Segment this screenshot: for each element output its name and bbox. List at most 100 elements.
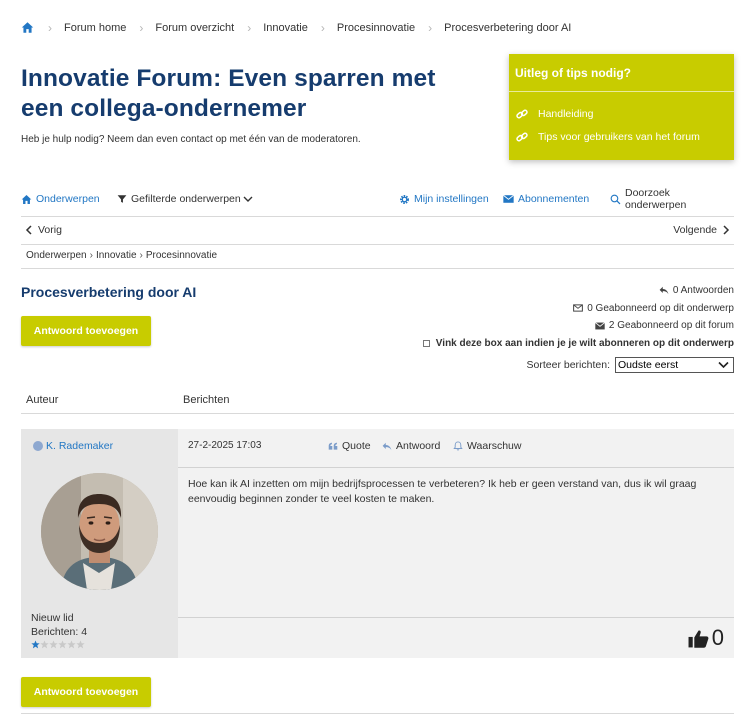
thumbs-up-icon xyxy=(688,629,709,648)
like-count: 0 xyxy=(711,625,724,650)
tips-link-label: Handleiding xyxy=(538,108,594,120)
subscribe-checkbox[interactable] xyxy=(422,339,430,347)
tips-link-user-tips[interactable]: Tips voor gebruikers van het forum xyxy=(509,129,734,145)
online-status-icon xyxy=(33,441,43,451)
star-icon xyxy=(31,640,40,649)
search-topics-link[interactable]: Doorzoek onderwerpen xyxy=(610,187,734,211)
post-body: Hoe kan ik AI inzetten om mijn bedrijfsp… xyxy=(188,478,697,505)
breadcrumb-separator: › xyxy=(48,21,52,35)
breadcrumb-separator: › xyxy=(89,250,93,261)
search-icon xyxy=(610,194,621,204)
report-button[interactable]: Waarschuw xyxy=(453,440,521,452)
reply-icon xyxy=(382,442,392,450)
star-rating xyxy=(31,640,85,649)
reply-icon xyxy=(659,287,669,295)
filter-icon xyxy=(117,195,127,203)
author-link[interactable]: K. Rademaker xyxy=(33,440,113,452)
star-icon xyxy=(58,640,67,649)
previous-label: Vorig xyxy=(38,224,62,236)
author-info: Nieuw lid Berichten: 4 xyxy=(31,611,87,639)
topic-title: Procesverbetering door AI xyxy=(21,284,197,300)
link-icon xyxy=(516,132,528,142)
divider xyxy=(21,413,734,414)
subscribe-checkbox-row[interactable]: Vink deze box aan indien je je wilt abon… xyxy=(422,335,734,353)
like-button[interactable]: 0 xyxy=(688,625,724,651)
next-link[interactable]: Volgende xyxy=(673,224,730,236)
breadcrumb-forum-home[interactable]: Forum home xyxy=(64,22,126,34)
tips-box: Uitleg of tips nodig? Handleiding Tips v… xyxy=(509,54,734,160)
topic-stats: 0 Antwoorden 0 Geabonneerd op dit onderw… xyxy=(422,282,734,353)
tips-heading: Uitleg of tips nodig? xyxy=(509,54,734,92)
chevron-down-icon xyxy=(243,196,253,202)
chevron-right-icon xyxy=(723,225,730,235)
previous-link[interactable]: Vorig xyxy=(25,224,62,236)
subscribed-topic-label: 0 Geabonneerd op dit onderwerp xyxy=(587,302,734,314)
subcrumb-topics[interactable]: Onderwerpen xyxy=(26,250,87,261)
subscribed-forum-label: 2 Geabonneerd op dit forum xyxy=(608,320,734,331)
link-icon xyxy=(516,109,528,119)
subscriptions-link[interactable]: Abonnementen xyxy=(503,191,589,207)
page-title: Innovatie Forum: Even sparren met een co… xyxy=(21,65,436,122)
breadcrumb-separator: › xyxy=(247,21,252,35)
divider xyxy=(21,713,734,714)
breadcrumb-forum-overview[interactable]: Forum overzicht xyxy=(155,22,234,34)
my-settings-label: Mijn instellingen xyxy=(414,193,489,205)
tips-link-label: Tips voor gebruikers van het forum xyxy=(538,131,700,143)
breadcrumb-separator: › xyxy=(320,21,325,35)
gear-icon xyxy=(400,194,409,204)
breadcrumb-innovatie[interactable]: Innovatie xyxy=(263,22,308,34)
filtered-topics-label: Gefilterde onderwerpen xyxy=(131,193,241,205)
post-date: 27-2-2025 17:03 xyxy=(188,440,262,451)
breadcrumb-separator: › xyxy=(428,21,433,35)
star-icon xyxy=(76,640,85,649)
subcrumb-procesinnovatie[interactable]: Procesinnovatie xyxy=(146,250,217,261)
breadcrumb-separator: › xyxy=(139,250,143,261)
chevron-left-icon xyxy=(25,225,32,235)
envelope-icon xyxy=(594,321,605,330)
tips-link-manual[interactable]: Handleiding xyxy=(509,106,734,122)
breadcrumb-separator: › xyxy=(139,21,144,35)
post-divider xyxy=(178,617,734,618)
envelope-outline-icon xyxy=(573,304,584,312)
my-settings-link[interactable]: Mijn instellingen xyxy=(399,191,489,207)
replies-count: 0 Antwoorden xyxy=(423,282,734,300)
breadcrumb: › Forum home › Forum overzicht › Innovat… xyxy=(21,20,571,36)
search-topics-label: Doorzoek onderwerpen xyxy=(624,187,687,211)
next-label: Volgende xyxy=(673,224,717,236)
page-subtitle: Heb je hulp nodig? Neem dan even contact… xyxy=(21,134,361,145)
sort-select[interactable]: Oudste eerst xyxy=(615,357,734,373)
reply-button[interactable]: Antwoord xyxy=(382,440,440,452)
topic-toolbar: Onderwerpen Gefilterde onderwerpen Mijn … xyxy=(21,187,734,211)
divider xyxy=(21,268,734,269)
filtered-topics-dropdown[interactable]: Gefilterde onderwerpen xyxy=(117,191,257,207)
sort-control: Sorteer berichten: Oudste eerst xyxy=(527,357,734,373)
home-icon xyxy=(21,194,32,204)
home-icon[interactable] xyxy=(21,21,35,35)
subscribed-topic-count: 0 Geabonneerd op dit onderwerp xyxy=(423,300,734,318)
report-label: Waarschuw xyxy=(467,440,522,452)
subcrumb-innovatie[interactable]: Innovatie xyxy=(96,250,137,261)
add-reply-button-top[interactable]: Antwoord toevoegen xyxy=(21,316,151,346)
reply-label: Antwoord xyxy=(396,440,441,452)
breadcrumb-procesinnovatie[interactable]: Procesinnovatie xyxy=(337,22,415,34)
star-icon xyxy=(49,640,58,649)
divider xyxy=(21,244,734,245)
star-icon xyxy=(67,640,76,649)
add-reply-button-bottom[interactable]: Antwoord toevoegen xyxy=(21,677,151,707)
sort-label: Sorteer berichten: xyxy=(526,359,610,371)
breadcrumb-current: Procesverbetering door AI xyxy=(444,22,572,34)
replies-label: 0 Antwoorden xyxy=(672,285,734,296)
post-divider xyxy=(178,467,734,468)
author-rank: Nieuw lid xyxy=(31,612,74,624)
envelope-icon xyxy=(503,194,514,203)
topics-link[interactable]: Onderwerpen xyxy=(21,191,100,207)
star-icon xyxy=(40,640,49,649)
post: K. Rademaker Nieuw lid Berichten: 4 27-2… xyxy=(21,429,734,658)
subscribed-forum-count: 2 Geabonneerd op dit forum xyxy=(423,317,734,335)
subscriptions-label: Abonnementen xyxy=(518,193,590,205)
quote-button[interactable]: Quote xyxy=(328,440,371,452)
quote-label: Quote xyxy=(342,440,371,452)
bell-icon xyxy=(453,441,463,451)
topic-pager: Vorig Volgende xyxy=(21,224,734,239)
avatar[interactable] xyxy=(41,473,158,590)
